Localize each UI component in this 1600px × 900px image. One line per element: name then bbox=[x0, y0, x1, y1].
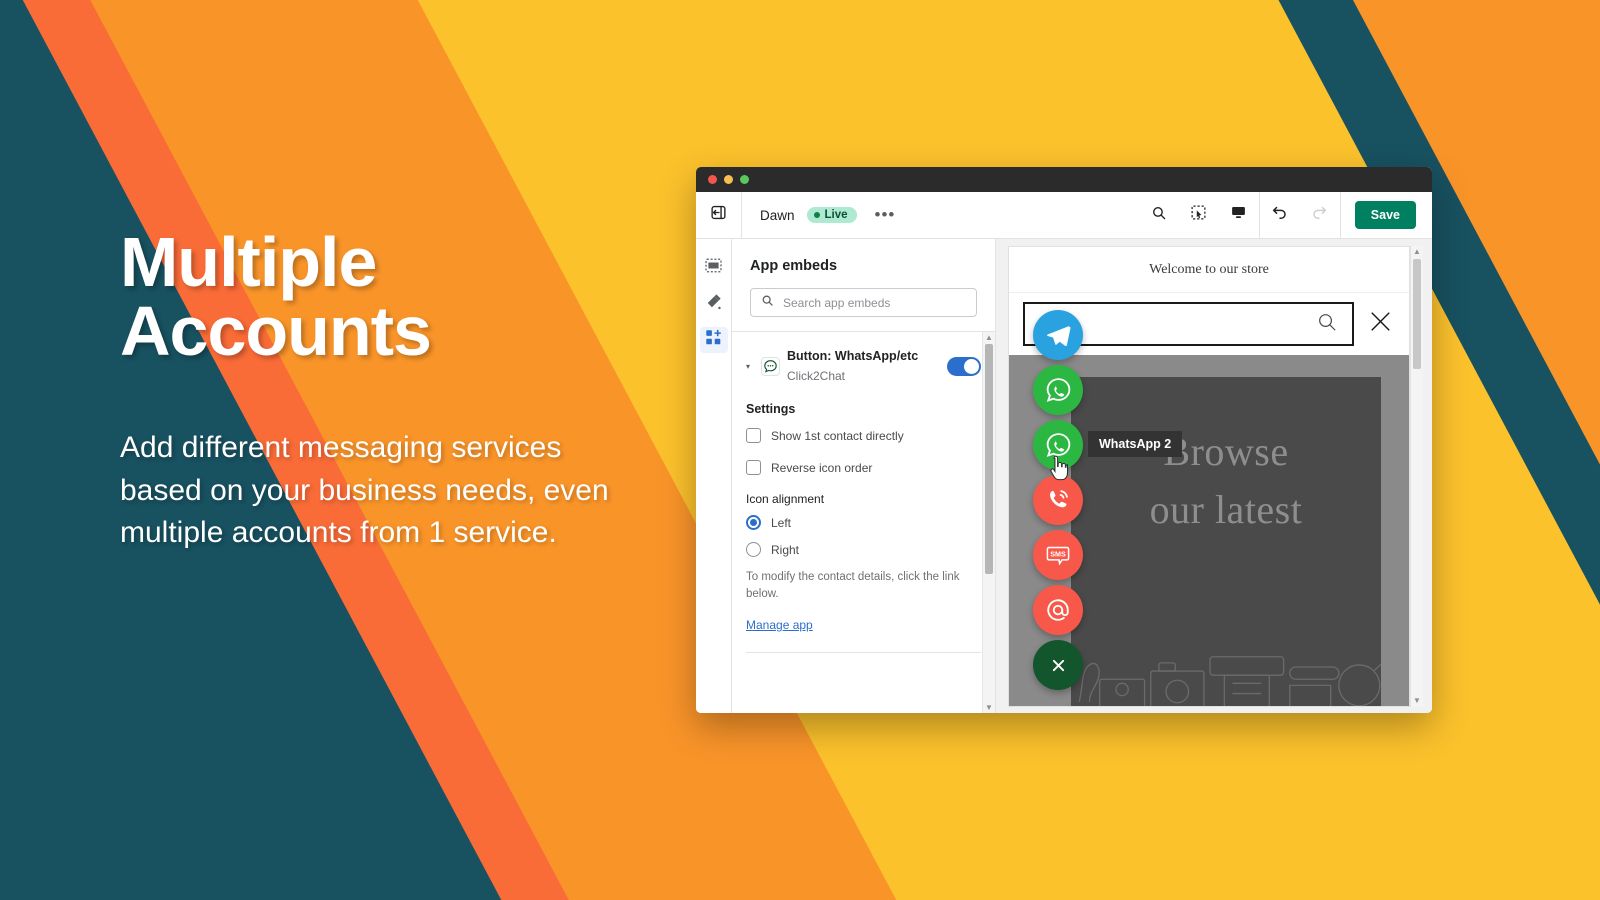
search-app-embeds-input[interactable] bbox=[783, 295, 966, 310]
device-desktop-button[interactable] bbox=[1219, 192, 1259, 239]
manage-app-link[interactable]: Manage app bbox=[746, 618, 813, 632]
panel-divider bbox=[746, 652, 981, 654]
sms-icon[interactable]: SMS bbox=[1033, 530, 1083, 580]
back-to-admin-button[interactable] bbox=[696, 191, 742, 239]
click2chat-bubble-icon bbox=[761, 356, 780, 376]
radio-alignment-left[interactable] bbox=[746, 515, 761, 530]
scroll-down-icon[interactable]: ▼ bbox=[985, 702, 993, 713]
checkbox-reverse-icon-order[interactable] bbox=[746, 460, 761, 475]
hero-heading-line2: our latest bbox=[1149, 487, 1303, 532]
toolbar-view-tools bbox=[1139, 192, 1259, 239]
checkbox-row-reverse-icon-order[interactable]: Reverse icon order bbox=[746, 460, 981, 475]
promo-body: Add different messaging services based o… bbox=[120, 431, 609, 550]
app-embed-settings: Settings Show 1st contact directly Rever… bbox=[732, 398, 995, 654]
checkbox-label-show-first-contact: Show 1st contact directly bbox=[771, 428, 904, 443]
preview-scrollbar[interactable]: ▲ ▼ bbox=[1410, 246, 1423, 707]
settings-hint: To modify the contact details, click the… bbox=[746, 571, 960, 600]
search-icon bbox=[761, 294, 774, 312]
preview-scroll-down-icon[interactable]: ▼ bbox=[1413, 695, 1421, 707]
chat-icon-tooltip: WhatsApp 2 bbox=[1088, 431, 1183, 457]
checkbox-row-show-first-contact[interactable]: Show 1st contact directly bbox=[746, 428, 981, 443]
window-close-dot[interactable] bbox=[708, 175, 717, 184]
whatsapp-2-icon[interactable] bbox=[1033, 420, 1083, 470]
save-button[interactable]: Save bbox=[1354, 201, 1416, 229]
search-icon[interactable] bbox=[1316, 311, 1338, 338]
hero-image: Browse our latest bbox=[1071, 377, 1381, 706]
more-options-button[interactable]: ••• bbox=[869, 206, 902, 223]
theme-name: Dawn bbox=[760, 207, 795, 223]
scroll-up-icon[interactable]: ▲ bbox=[985, 332, 993, 343]
window-titlebar bbox=[696, 167, 1432, 192]
phone-call-icon[interactable] bbox=[1033, 475, 1083, 525]
radio-row-right[interactable]: Right bbox=[746, 542, 981, 557]
editor-toolbar: Dawn Live ••• Save bbox=[696, 191, 1432, 239]
click2chat-icon-column: SMS bbox=[1033, 310, 1083, 690]
status-pip-icon bbox=[813, 212, 820, 218]
app-embeds-panel: App embeds ▾ bbox=[732, 239, 996, 713]
sections-icon bbox=[705, 258, 722, 278]
close-widget-icon[interactable] bbox=[1033, 640, 1083, 690]
promo-headline-line1: Multiple bbox=[120, 223, 377, 301]
icon-alignment-label: Icon alignment bbox=[746, 492, 825, 506]
theme-info: Dawn Live ••• bbox=[742, 206, 1139, 223]
window-maximize-dot[interactable] bbox=[740, 175, 749, 184]
close-icon[interactable] bbox=[1368, 309, 1393, 339]
save-cell: Save bbox=[1339, 191, 1432, 239]
announcement-bar: Welcome to our store bbox=[1009, 247, 1409, 293]
promo-text-block: Multiple Accounts Add different messagin… bbox=[120, 227, 640, 555]
app-embeds-icon bbox=[705, 329, 722, 351]
promo-headline: Multiple Accounts bbox=[120, 227, 640, 370]
editor-sidebar-rail bbox=[696, 239, 732, 713]
panel-scrollbar-thumb[interactable] bbox=[985, 344, 993, 574]
sidebar-item-sections[interactable] bbox=[700, 255, 728, 281]
radio-label-left: Left bbox=[771, 515, 792, 530]
device-desktop-icon bbox=[1230, 204, 1247, 226]
status-badge-label: Live bbox=[824, 209, 848, 221]
checkbox-show-first-contact[interactable] bbox=[746, 428, 761, 443]
radio-alignment-right[interactable] bbox=[746, 542, 761, 557]
whatsapp-icon[interactable] bbox=[1033, 365, 1083, 415]
preview-scrollbar-thumb[interactable] bbox=[1413, 259, 1421, 369]
status-badge: Live bbox=[806, 207, 857, 223]
sidebar-item-app-embeds[interactable] bbox=[699, 327, 728, 353]
app-embed-subtitle: Click2Chat bbox=[787, 369, 846, 383]
search-button[interactable] bbox=[1139, 192, 1179, 239]
inspector-icon bbox=[1190, 204, 1207, 226]
app-embed-toggle[interactable] bbox=[947, 356, 981, 376]
sidebar-item-theme-settings[interactable] bbox=[700, 291, 728, 317]
hero-doodle-illustration bbox=[1078, 656, 1381, 706]
redo-button[interactable] bbox=[1300, 192, 1340, 239]
undo-button[interactable] bbox=[1260, 192, 1300, 239]
toggle-knob bbox=[964, 358, 979, 374]
back-to-admin-icon bbox=[710, 204, 727, 226]
panel-title: App embeds bbox=[750, 258, 838, 274]
email-icon[interactable] bbox=[1033, 585, 1083, 635]
panel-scroll-region: ▾ Button: WhatsApp/etc Click2Chat Settin… bbox=[732, 331, 995, 713]
promo-headline-line2: Accounts bbox=[120, 291, 432, 370]
checkbox-label-reverse-icon-order: Reverse icon order bbox=[771, 460, 873, 475]
toolbar-history-tools bbox=[1258, 191, 1340, 239]
search-app-embeds-box[interactable] bbox=[750, 288, 977, 317]
inspector-button[interactable] bbox=[1179, 192, 1219, 239]
undo-icon bbox=[1270, 203, 1289, 227]
svg-text:SMS: SMS bbox=[1050, 549, 1066, 558]
settings-heading: Settings bbox=[746, 402, 796, 416]
app-embed-text: Button: WhatsApp/etc Click2Chat bbox=[787, 346, 940, 386]
panel-search-wrap bbox=[732, 288, 995, 331]
app-embed-item: ▾ Button: WhatsApp/etc Click2Chat bbox=[732, 332, 995, 398]
radio-row-left[interactable]: Left bbox=[746, 515, 981, 530]
theme-settings-icon bbox=[705, 293, 722, 315]
search-icon bbox=[1151, 205, 1167, 226]
telegram-icon[interactable] bbox=[1033, 310, 1083, 360]
preview-scroll-up-icon[interactable]: ▲ bbox=[1413, 246, 1421, 258]
window-minimize-dot[interactable] bbox=[724, 175, 733, 184]
promo-banner: Multiple Accounts Add different messagin… bbox=[0, 0, 1600, 900]
chevron-down-icon[interactable]: ▾ bbox=[742, 362, 754, 371]
app-embed-title: Button: WhatsApp/etc bbox=[787, 349, 919, 363]
radio-label-right: Right bbox=[771, 542, 800, 557]
redo-icon bbox=[1310, 203, 1329, 227]
panel-scrollbar[interactable]: ▲ ▼ bbox=[982, 332, 995, 713]
